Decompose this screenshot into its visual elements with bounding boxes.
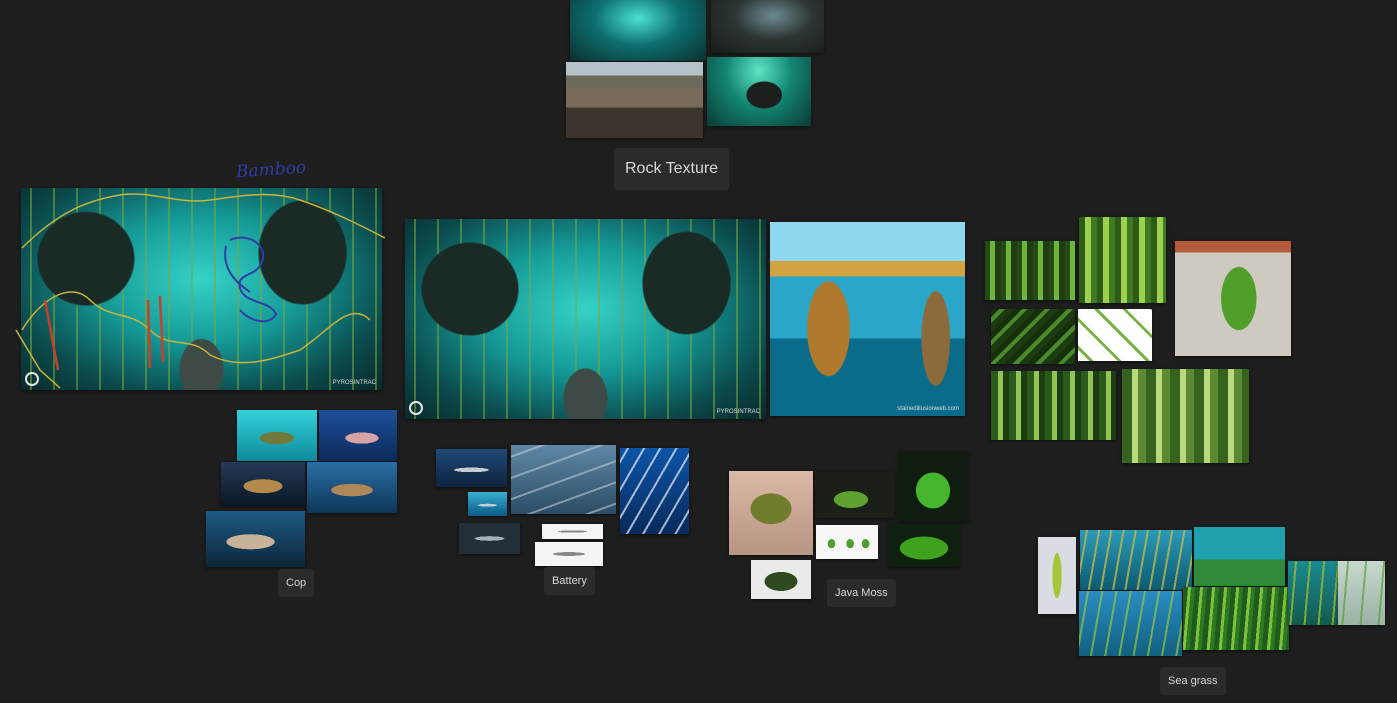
- watermark-text: PYROSINTRAC: [716, 409, 760, 415]
- image-rock-cave-dark[interactable]: [711, 0, 824, 53]
- image-cod-3[interactable]: [221, 462, 305, 506]
- image-concept-clean[interactable]: PYROSINTRAC: [405, 219, 766, 419]
- image-rock-underwater[interactable]: [707, 57, 811, 126]
- group-label-cop[interactable]: Cop: [278, 569, 315, 597]
- group-label-battery[interactable]: Battery: [544, 567, 595, 595]
- watermark-logo-icon: [409, 401, 423, 415]
- image-seagrass-diagram[interactable]: [1338, 561, 1385, 625]
- image-barracuda-2[interactable]: [468, 492, 507, 516]
- image-barracuda-diagram-1[interactable]: [542, 524, 603, 539]
- image-moss-rock[interactable]: [751, 560, 811, 599]
- watermark-logo-icon: [25, 372, 39, 386]
- image-barracuda-diagram-2[interactable]: [535, 542, 603, 566]
- image-underwater-pagoda[interactable]: stainedillusionweb.com: [770, 222, 965, 416]
- image-concept-annotated[interactable]: PYROSINTRAC: [21, 188, 382, 390]
- image-cod-2[interactable]: [319, 410, 397, 461]
- image-bamboo-leaves[interactable]: [991, 309, 1075, 364]
- image-moss-sprigs[interactable]: [816, 525, 878, 559]
- image-cod-4[interactable]: [307, 462, 397, 513]
- watermark-text: stainedillusionweb.com: [897, 406, 959, 412]
- image-moss-hand[interactable]: [729, 471, 813, 555]
- watermark-text: PYROSINTRAC: [332, 380, 376, 386]
- image-barracuda-school[interactable]: [511, 445, 616, 514]
- image-seagrass-2[interactable]: [1194, 527, 1285, 586]
- image-cod-1[interactable]: [237, 410, 317, 461]
- image-seagrass-3[interactable]: [1079, 591, 1182, 656]
- image-bamboo-planter[interactable]: [1175, 241, 1291, 356]
- group-label-rock-texture[interactable]: Rock Texture: [614, 148, 730, 190]
- image-seagrass-blade[interactable]: [1038, 537, 1076, 614]
- annotation-handwritten-text: Bamboo: [235, 157, 307, 183]
- image-bamboo-1[interactable]: [985, 241, 1075, 300]
- image-seagrass-1[interactable]: [1080, 530, 1192, 590]
- image-bamboo-leaf-illustration[interactable]: [1078, 309, 1152, 361]
- image-moss-tank[interactable]: [815, 472, 895, 518]
- image-bamboo-grove-1[interactable]: [991, 371, 1116, 440]
- image-bamboo-grove-2[interactable]: [1122, 369, 1249, 463]
- image-seagrass-4[interactable]: [1183, 587, 1289, 650]
- image-barracuda-3[interactable]: [459, 523, 520, 554]
- image-barracuda-swirl[interactable]: [620, 448, 689, 534]
- group-label-sea-grass[interactable]: Sea grass: [1160, 667, 1226, 695]
- image-barracuda-1[interactable]: [436, 449, 507, 487]
- image-moss-bush[interactable]: [898, 452, 968, 522]
- group-label-java-moss[interactable]: Java Moss: [827, 579, 896, 607]
- image-rock-shore[interactable]: [566, 62, 703, 138]
- image-moss-carpet[interactable]: [888, 525, 960, 567]
- image-rock-cave-light[interactable]: [570, 0, 706, 61]
- image-cod-5[interactable]: [206, 511, 305, 567]
- image-bamboo-2[interactable]: [1079, 217, 1166, 303]
- image-seagrass-5[interactable]: [1288, 561, 1338, 625]
